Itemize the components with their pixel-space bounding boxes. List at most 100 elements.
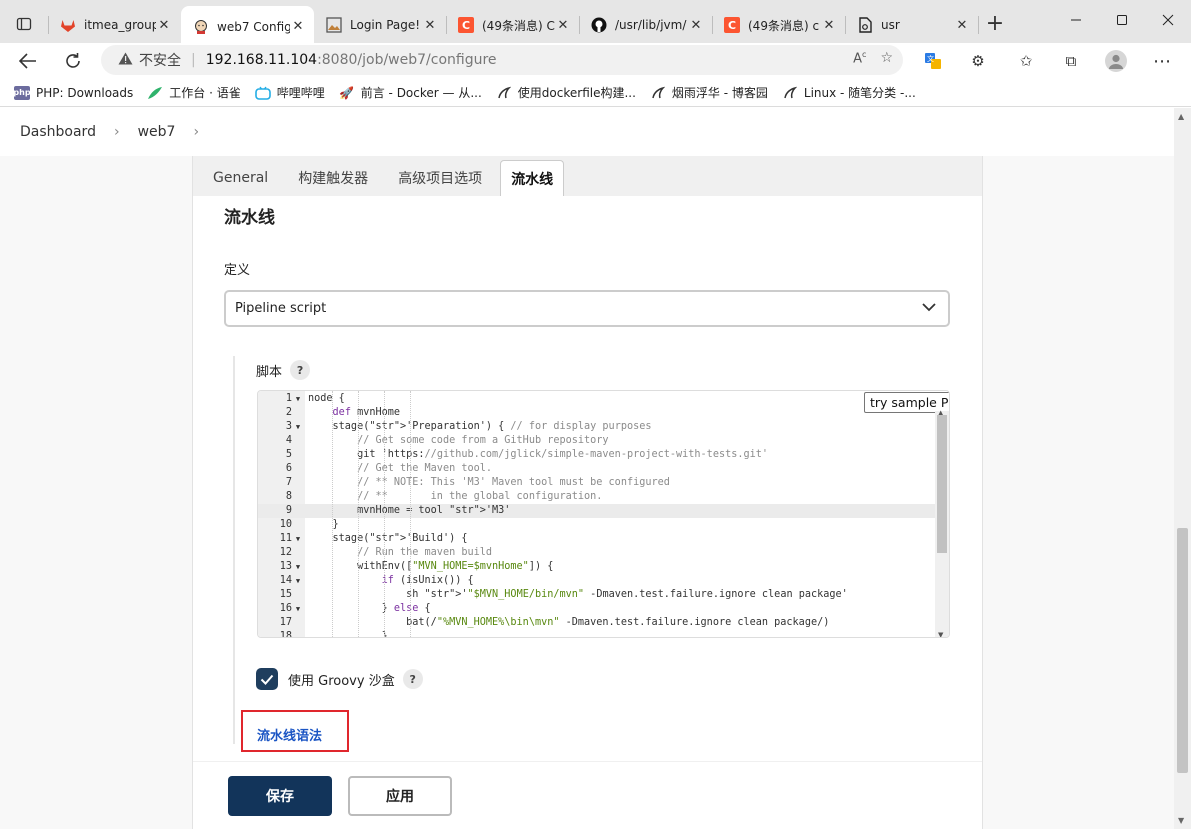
- close-icon[interactable]: ✕: [954, 18, 970, 33]
- scroll-up-icon[interactable]: ▲: [1178, 112, 1184, 121]
- bookmark-item[interactable]: 烟雨浮华 - 博客园: [650, 84, 768, 101]
- warning-icon[interactable]: [118, 52, 133, 69]
- browser-tab[interactable]: C (49条消息) C ✕: [446, 6, 579, 44]
- browser-tab[interactable]: /usr/lib/jvm/ ✕: [579, 6, 712, 44]
- scrollbar-thumb[interactable]: [1177, 528, 1188, 773]
- code-text: def mvnHome: [332, 407, 401, 418]
- extensions-icon[interactable]: ⚙: [965, 49, 991, 73]
- code-line[interactable]: 10 }: [258, 518, 949, 532]
- browser-tab[interactable]: Login Page! ✕: [314, 6, 446, 44]
- code-line[interactable]: 11 ▼ stage("str">'Build') {: [258, 532, 949, 546]
- translate-icon[interactable]: 文: [920, 49, 946, 73]
- code-line[interactable]: 18 }: [258, 630, 949, 637]
- breadcrumb-web7[interactable]: web7: [138, 124, 176, 140]
- fold-arrow-icon[interactable]: ▼: [292, 602, 304, 616]
- browser-tab-bar: itmea_group ✕ web7 Config ✕ Login Page! …: [0, 0, 1191, 47]
- bookmark-item[interactable]: Linux - 随笔分类 -...: [782, 84, 916, 101]
- minimize-icon[interactable]: [1053, 0, 1099, 40]
- close-icon[interactable]: ✕: [821, 18, 837, 33]
- new-tab-icon[interactable]: +: [972, 0, 1018, 47]
- collections-icon[interactable]: ⧉: [1058, 49, 1084, 73]
- code-line[interactable]: 15 sh "str">'"$MVN_HOME/bin/mvn" -Dmaven…: [258, 588, 949, 602]
- tab-actions-icon[interactable]: [0, 0, 48, 47]
- close-icon[interactable]: ✕: [688, 18, 704, 33]
- close-icon[interactable]: ✕: [290, 19, 306, 34]
- add-favorite-icon[interactable]: ☆: [880, 50, 893, 66]
- tab-build-triggers[interactable]: 构建触发器: [286, 160, 380, 196]
- script-editor[interactable]: 1 ▼ node {2 def mvnHome 3 ▼ stage("str">'Pre…: [257, 390, 950, 638]
- bookmark-item[interactable]: php PHP: Downloads: [13, 85, 133, 100]
- tab-general[interactable]: General: [201, 160, 280, 196]
- tab-advanced-options[interactable]: 高级项目选项: [386, 160, 494, 196]
- code-line[interactable]: 2 def mvnHome: [258, 406, 949, 420]
- chevron-right-icon[interactable]: ›: [114, 124, 120, 140]
- help-icon[interactable]: ?: [402, 669, 423, 689]
- close-icon[interactable]: ✕: [156, 18, 172, 33]
- scroll-down-icon[interactable]: ▼: [938, 631, 943, 637]
- avatar[interactable]: [1103, 49, 1129, 73]
- code-line[interactable]: 3 ▼ stage("str">'Preparation') { // for d…: [258, 420, 949, 434]
- jenkins-icon: [193, 19, 209, 35]
- close-icon[interactable]: ✕: [555, 18, 571, 33]
- code-line[interactable]: 12 // Run the maven build: [258, 546, 949, 560]
- read-aloud-icon[interactable]: Aⅽ: [853, 50, 866, 66]
- browser-tab[interactable]: itmea_group ✕: [48, 6, 180, 44]
- line-number: 16: [279, 603, 292, 614]
- favorites-icon[interactable]: ✩: [1013, 49, 1039, 73]
- definition-select[interactable]: Pipeline script: [224, 290, 950, 327]
- apply-button[interactable]: 应用: [348, 776, 452, 816]
- code-line[interactable]: 1 ▼ node {: [258, 392, 949, 406]
- code-line[interactable]: 5 git 'https://github.com/jglick/simple-…: [258, 448, 949, 462]
- address-bar[interactable]: 不安全 | 192.168.11.104:8080/job/web7/confi…: [101, 45, 903, 75]
- line-number: 14: [279, 575, 292, 586]
- csdn-icon: C: [724, 17, 740, 33]
- fold-arrow-icon[interactable]: ▼: [292, 420, 304, 434]
- fold-arrow-icon[interactable]: ▼: [292, 574, 304, 588]
- code-line[interactable]: 17 bat(/"%MVN_HOME%\bin\mvn" -Dmaven.tes…: [258, 616, 949, 630]
- help-icon[interactable]: ?: [290, 360, 311, 380]
- chevron-right-icon[interactable]: ›: [193, 124, 199, 140]
- window-close-icon[interactable]: [1145, 0, 1191, 40]
- code-text: // Get the Maven tool.: [357, 463, 493, 474]
- bilibili-icon: [254, 86, 271, 100]
- code-line[interactable]: 8 // ** in the global configuration.: [258, 490, 949, 504]
- editor-scrollbar[interactable]: ▲ ▼: [935, 409, 949, 637]
- groovy-sandbox-checkbox[interactable]: [256, 668, 278, 690]
- more-icon[interactable]: ⋯: [1149, 49, 1175, 73]
- browser-tab[interactable]: C (49条消息) c ✕: [712, 6, 845, 44]
- back-arrow-icon[interactable]: [11, 46, 45, 76]
- code-line[interactable]: 14 ▼ if (isUnix()) {: [258, 574, 949, 588]
- code-line[interactable]: 7 // ** NOTE: This 'M3' Maven tool must …: [258, 476, 949, 490]
- bookmark-item[interactable]: 🚀 前言 - Docker — 从...: [339, 84, 482, 101]
- code-line[interactable]: 13 ▼ withEnv(["MVN_HOME=$mvnHome"]) {: [258, 560, 949, 574]
- code-line[interactable]: 4 // Get some code from a GitHub reposit…: [258, 434, 949, 448]
- code-text: stage("str">'Preparation') { // for disp…: [308, 421, 652, 432]
- indent-guide: [332, 391, 333, 637]
- tab-pipeline[interactable]: 流水线: [500, 160, 565, 196]
- bookmark-item[interactable]: 哔哩哔哩: [254, 84, 325, 101]
- line-number: 10: [279, 519, 292, 530]
- code-line[interactable]: 6 // Get the Maven tool.: [258, 462, 949, 476]
- code-line[interactable]: 16 ▼ } else {: [258, 602, 949, 616]
- browser-tab-active[interactable]: web7 Config ✕: [181, 6, 314, 47]
- pipeline-syntax-link[interactable]: 流水线语法: [241, 710, 349, 752]
- fold-arrow-icon[interactable]: ▼: [292, 392, 304, 406]
- bookmark-item[interactable]: 使用dockerfile构建...: [496, 84, 636, 101]
- maximize-icon[interactable]: [1099, 0, 1145, 40]
- code-line[interactable]: 9 mvnHome = tool "str">'M3': [258, 504, 949, 518]
- page-scrollbar[interactable]: ▲ ▼: [1174, 108, 1191, 829]
- code-area[interactable]: 1 ▼ node {2 def mvnHome 3 ▼ stage("str">'Pre…: [258, 391, 949, 637]
- indent-guide: [358, 391, 359, 637]
- close-icon[interactable]: ✕: [422, 18, 438, 33]
- code-text: sh "str">'"$MVN_HOME/bin/mvn" -Dmaven.te…: [308, 589, 848, 600]
- breadcrumb-dashboard[interactable]: Dashboard: [20, 124, 96, 140]
- fold-arrow-icon[interactable]: ▼: [292, 560, 304, 574]
- chevron-down-icon: [922, 300, 936, 316]
- scroll-down-icon[interactable]: ▼: [1178, 816, 1184, 825]
- editor-scrollbar-thumb[interactable]: [937, 415, 947, 553]
- refresh-icon[interactable]: [56, 46, 90, 76]
- fold-arrow-icon[interactable]: ▼: [292, 532, 304, 546]
- browser-tab[interactable]: usr ✕: [845, 6, 978, 44]
- bookmark-item[interactable]: 工作台 · 语雀: [147, 84, 241, 101]
- save-button[interactable]: 保存: [228, 776, 332, 816]
